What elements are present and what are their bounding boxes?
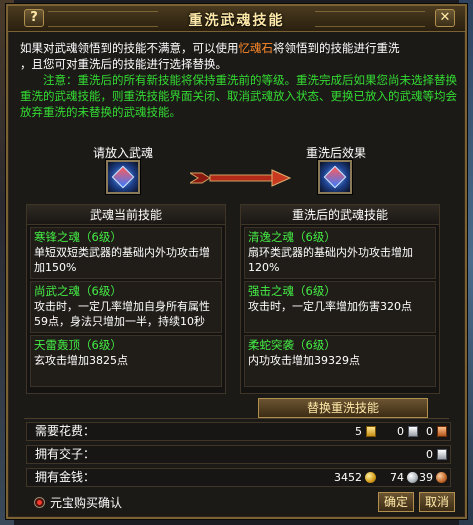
current-skill-1[interactable]: 寒锋之魂（6级） 单短双短类武器的基础内外功攻击增加150% bbox=[30, 227, 222, 279]
money-copper-value: 39 bbox=[419, 471, 433, 484]
input-slot-label: 请放入武魂 bbox=[92, 146, 153, 160]
cost-silver-value: 0 bbox=[397, 425, 404, 438]
skill-name: 尚武之魂（6级） bbox=[34, 284, 122, 298]
cost-label: 需要花费： bbox=[35, 424, 96, 438]
desc-line1-pre: 如果对武魂领悟到的技能不满意，可以使用 bbox=[20, 41, 239, 55]
skill-desc: 攻击时，一定几率增加伤害320点 bbox=[248, 300, 412, 313]
input-soul-slot[interactable] bbox=[106, 160, 140, 194]
cost-copper-value: 0 bbox=[426, 425, 433, 438]
washed-skills-header: 重洗后的武魂技能 bbox=[241, 205, 439, 225]
dialog-title: 重洗武魂技能 bbox=[188, 13, 285, 29]
skill-desc: 玄攻击增加3825点 bbox=[34, 354, 128, 367]
washed-skill-3[interactable]: 柔蛇突袭（6级） 内功攻击增加39329点 bbox=[244, 335, 436, 387]
skill-desc: 单短双短类武器的基础内外功攻击增加150% bbox=[34, 246, 210, 274]
skill-name: 清逸之魂（6级） bbox=[248, 230, 336, 244]
skill-name: 柔蛇突袭（6级） bbox=[248, 338, 336, 352]
silver-bar-icon bbox=[408, 426, 418, 437]
result-slot-label: 重洗后效果 bbox=[305, 146, 366, 160]
money-row: 拥有金钱： 3452 74 39 bbox=[26, 468, 451, 487]
skill-desc: 扇环类武器的基础内外功攻击增加120% bbox=[248, 246, 413, 274]
desc-line1-post: 将领悟到的技能进行重洗 bbox=[273, 41, 400, 55]
jiaozi-row: 拥有交子： 0 bbox=[26, 445, 451, 464]
silver-coin-icon bbox=[407, 472, 418, 483]
arrow-right-icon bbox=[190, 169, 292, 187]
close-button[interactable]: ✕ bbox=[435, 9, 455, 27]
gold-coin-icon bbox=[365, 472, 376, 483]
description: 如果对武魂领悟到的技能不满意，可以使用忆魂石将领悟到的技能进行重洗 ，且您可对重… bbox=[20, 40, 460, 120]
skill-desc: 攻击时，一定几率增加自身所有属性59点，身法只增加一半，持续10秒 bbox=[34, 300, 210, 328]
cost-gold-value: 5 bbox=[355, 425, 362, 438]
jiaozi-value: 0 bbox=[426, 448, 433, 461]
skill-name: 天雷轰顶（6级） bbox=[34, 338, 122, 352]
skill-name: 寒锋之魂（6级） bbox=[34, 230, 122, 244]
skill-desc: 内功攻击增加39329点 bbox=[248, 354, 360, 367]
current-skills-panel: 武魂当前技能 寒锋之魂（6级） 单短双短类武器的基础内外功攻击增加150% 尚武… bbox=[26, 204, 226, 394]
skill-name: 强击之魂（6级） bbox=[248, 284, 336, 298]
desc-note: 注意：重洗后的所有新技能将保持重洗前的等级。重洗完成后如果您尚未选择替换重洗的武… bbox=[20, 73, 457, 119]
cancel-button[interactable]: 取消 bbox=[419, 492, 455, 512]
washed-skill-2[interactable]: 强击之魂（6级） 攻击时，一定几率增加伤害320点 bbox=[244, 281, 436, 333]
yuanbao-confirm-radio[interactable] bbox=[34, 497, 45, 508]
rewash-dialog: ? 重洗武魂技能 ✕ 如果对武魂领悟到的技能不满意，可以使用忆魂石将领悟到的技能… bbox=[6, 4, 467, 519]
copper-coin-icon bbox=[436, 472, 447, 483]
replace-skills-button[interactable]: 替换重洗技能 bbox=[258, 398, 428, 418]
desc-item-name: 忆魂石 bbox=[238, 41, 274, 55]
money-label: 拥有金钱： bbox=[35, 470, 96, 484]
copper-bar-icon bbox=[437, 426, 447, 437]
confirm-button[interactable]: 确定 bbox=[378, 492, 414, 512]
jiaozi-label: 拥有交子： bbox=[35, 447, 96, 461]
cost-row: 需要花费： 5 0 0 bbox=[26, 422, 451, 441]
desc-line2: ，且您可对重洗后的技能进行选择替换。 bbox=[20, 57, 227, 71]
divider bbox=[24, 418, 449, 419]
result-soul-slot[interactable] bbox=[318, 160, 352, 194]
current-skill-2[interactable]: 尚武之魂（6级） 攻击时，一定几率增加自身所有属性59点，身法只增加一半，持续1… bbox=[30, 281, 222, 333]
result-gem-icon bbox=[323, 165, 347, 189]
gold-bar-icon bbox=[366, 426, 376, 437]
current-skill-3[interactable]: 天雷轰顶（6级） 玄攻击增加3825点 bbox=[30, 335, 222, 387]
washed-skill-1[interactable]: 清逸之魂（6级） 扇环类武器的基础内外功攻击增加120% bbox=[244, 227, 436, 279]
soul-gem-icon bbox=[111, 165, 135, 189]
money-silver-value: 74 bbox=[390, 471, 404, 484]
money-gold-value: 3452 bbox=[334, 471, 362, 484]
current-skills-header: 武魂当前技能 bbox=[27, 205, 225, 225]
title-bar[interactable]: ? 重洗武魂技能 ✕ bbox=[8, 6, 465, 32]
yuanbao-confirm-label: 元宝购买确认 bbox=[50, 496, 123, 510]
jiaozi-icon bbox=[437, 449, 447, 460]
washed-skills-panel: 重洗后的武魂技能 清逸之魂（6级） 扇环类武器的基础内外功攻击增加120% 强击… bbox=[240, 204, 440, 394]
